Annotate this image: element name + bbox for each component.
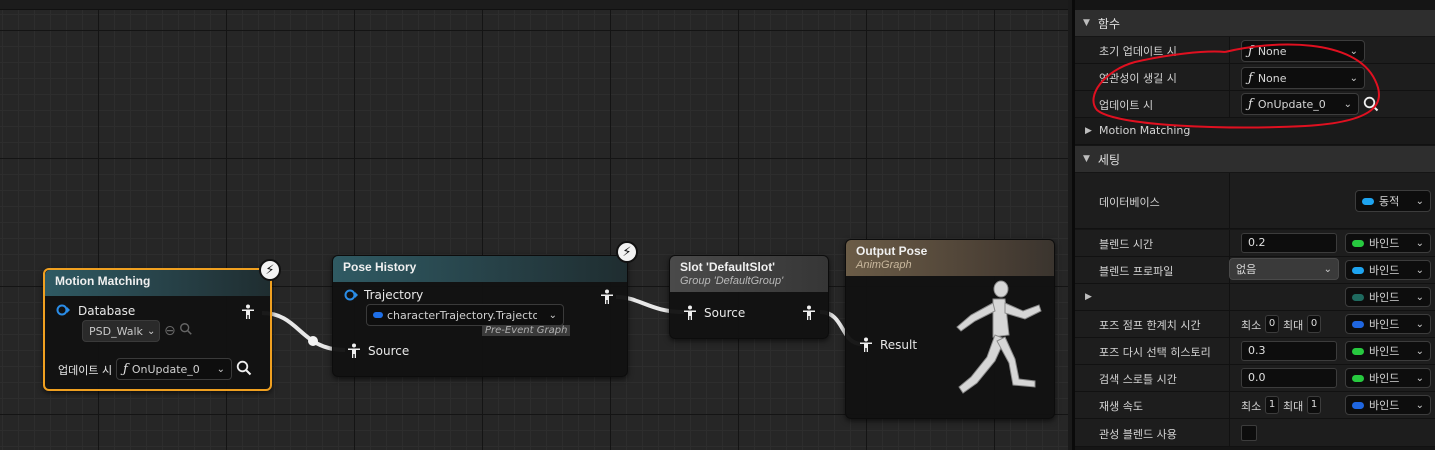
result-pin-label: Result: [880, 338, 918, 352]
anim-graph-canvas[interactable]: Motion Matching ⚡ Database PSD_Walk ⌄ ⊖ …: [0, 0, 1068, 450]
pose-history-node-title: Pose History: [333, 256, 627, 282]
use-selected-asset-icon[interactable]: ⊖: [164, 323, 176, 339]
browse-asset-search-icon[interactable]: [179, 322, 193, 339]
pose-output-pin-icon[interactable]: [801, 305, 817, 321]
source-pin-label: Source: [704, 306, 746, 320]
database-input-pin-icon[interactable]: [56, 304, 70, 316]
trajectory-binding-value: characterTrajectory.Trajecto: [387, 308, 537, 322]
database-combo[interactable]: PSD_Walk ⌄: [82, 320, 160, 342]
pre-event-graph-tag: Pre-Event Graph: [482, 325, 571, 336]
running-mannequin-icon: [956, 280, 1042, 394]
source-pin-label: Source: [368, 344, 410, 358]
trajectory-pin-label: Trajectory: [364, 288, 424, 302]
database-pin-label: Database: [78, 304, 136, 318]
chevron-down-icon: ⌄: [548, 309, 557, 321]
slot-node-subtitle: Group 'DefaultGroup': [680, 275, 784, 287]
fast-path-bolt-icon: ⚡: [259, 259, 281, 281]
fast-path-bolt-icon: ⚡: [616, 241, 638, 263]
chevron-down-icon: ⌄: [216, 363, 225, 375]
pose-input-pin-icon[interactable]: [858, 337, 874, 353]
trajectory-binding-combo[interactable]: characterTrajectory.Trajecto ⌄: [366, 304, 564, 326]
on-update-function-combo[interactable]: ƒ OnUpdate_0 ⌄: [116, 358, 232, 380]
function-icon: ƒ: [123, 361, 128, 377]
on-update-label: 업데이트 시: [58, 364, 113, 377]
wire-reroute-knot: [308, 336, 318, 346]
find-function-search-icon[interactable]: [236, 360, 252, 379]
on-update-function-value: OnUpdate_0: [131, 362, 200, 376]
red-annotation-ellipse: [1092, 43, 1380, 129]
pose-input-pin-icon[interactable]: [346, 343, 362, 359]
pose-output-pin-icon[interactable]: [599, 289, 615, 305]
pose-output-pin-icon[interactable]: [240, 304, 256, 320]
output-pose-node-subtitle: AnimGraph: [856, 259, 912, 271]
pose-input-pin-icon[interactable]: [682, 305, 698, 321]
motion-matching-node-title: Motion Matching: [45, 270, 270, 296]
details-panel: ▼ 함수 초기 업데이트 시 ƒ None ⌄ 연관성이 생길 시 ƒ None…: [1072, 0, 1435, 450]
database-pin-row: [56, 304, 70, 316]
chevron-down-icon: ⌄: [146, 325, 156, 337]
slot-node[interactable]: Slot 'DefaultSlot' Group 'DefaultGroup': [669, 255, 829, 339]
output-pose-node-title: Output Pose: [856, 244, 928, 258]
trajectory-input-pin-icon[interactable]: [344, 289, 358, 301]
graph-top-bar: [0, 0, 1068, 10]
slot-node-title: Slot 'DefaultSlot': [680, 260, 776, 274]
struct-type-pill-icon: [373, 312, 383, 318]
database-combo-value: PSD_Walk: [89, 324, 143, 338]
